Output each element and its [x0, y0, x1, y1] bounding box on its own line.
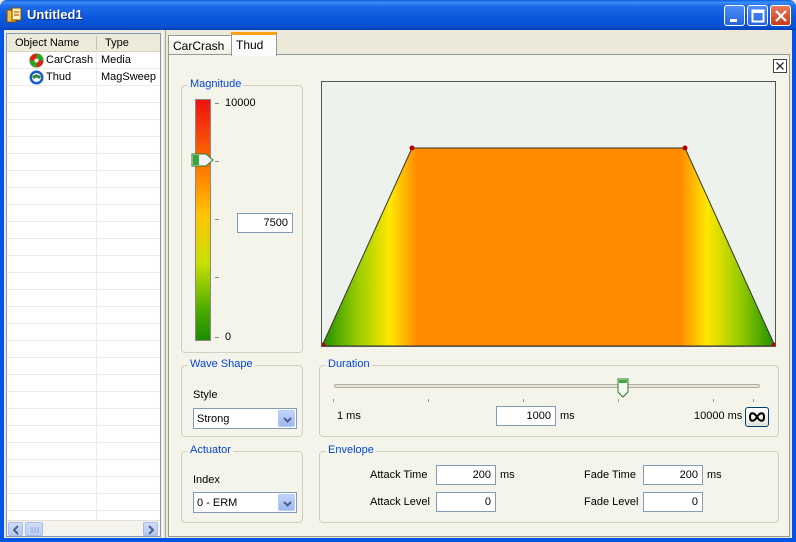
column-header-object-name[interactable]: Object Name [15, 37, 79, 49]
duration-min-label: 1 ms [337, 410, 361, 422]
effect-envelope-plot[interactable] [321, 81, 776, 347]
close-effect-button[interactable] [773, 59, 787, 73]
tab-carcrash[interactable]: CarCrash [168, 35, 232, 55]
magnitude-meter[interactable] [195, 99, 211, 341]
tab-thud[interactable]: Thud [231, 32, 277, 56]
list-rows: CarCrash Media Thud MagSweep [7, 52, 160, 520]
style-dropdown-button[interactable] [278, 410, 295, 427]
maximize-button[interactable] [747, 5, 768, 26]
client-area: Object Name Type CarCrash Media Thud Mag… [4, 30, 792, 538]
envelope-group: Envelope [319, 444, 779, 523]
magnitude-slider-thumb[interactable] [191, 153, 215, 167]
object-type: Media [101, 54, 131, 66]
chevron-right-icon [148, 525, 155, 535]
close-icon [775, 10, 787, 22]
fade-level-label: Fade Level [584, 496, 639, 508]
index-label: Index [193, 474, 220, 486]
list-item-thud[interactable]: Thud MagSweep [7, 69, 160, 86]
object-type: MagSweep [101, 71, 157, 83]
infinite-duration-button[interactable] [745, 407, 769, 427]
index-dropdown[interactable]: 0 - ERM [193, 492, 297, 513]
attack-level-input[interactable]: 0 [436, 492, 496, 512]
magnitude-min-label: 0 [225, 331, 232, 343]
maximize-icon [751, 9, 765, 23]
chevron-down-icon [283, 501, 292, 507]
duration-group: Duration [319, 358, 779, 437]
duration-title: Duration [326, 358, 372, 370]
chevron-down-icon [283, 417, 292, 423]
fade-time-unit: ms [707, 469, 722, 481]
actuator-title: Actuator [188, 444, 233, 456]
magnitude-title: Magnitude [188, 78, 244, 90]
close-window-button[interactable] [770, 5, 791, 26]
minimize-icon [730, 19, 737, 22]
magsweep-icon [29, 70, 44, 85]
attack-time-unit: ms [500, 469, 515, 481]
column-header-type[interactable]: Type [105, 37, 129, 49]
duration-input[interactable]: 1000 [496, 406, 556, 426]
app-window: Untitled1 Object Name Type CarCrash Medi… [0, 0, 796, 542]
minimize-button[interactable] [724, 5, 745, 26]
window-title: Untitled1 [27, 7, 83, 22]
horizontal-scrollbar[interactable] [7, 520, 160, 536]
magnitude-max-label: 10000 [225, 97, 256, 109]
scroll-right-button[interactable] [143, 522, 158, 536]
duration-unit: ms [560, 410, 575, 422]
magnitude-input[interactable]: 7500 [237, 213, 293, 233]
fade-time-input[interactable]: 200 [643, 465, 703, 485]
envelope-graph [322, 145, 775, 346]
style-label: Style [193, 389, 218, 401]
list-header: Object Name Type [7, 34, 160, 52]
object-name: CarCrash [46, 54, 94, 66]
fade-level-input[interactable]: 0 [643, 492, 703, 512]
envelope-point-attack [409, 145, 415, 151]
object-name: Thud [46, 71, 72, 83]
duration-max-label: 10000 ms [694, 410, 743, 422]
style-value: Strong [197, 413, 230, 425]
scroll-thumb[interactable] [25, 522, 43, 536]
chevron-left-icon [12, 525, 19, 535]
attack-time-input[interactable]: 200 [436, 465, 496, 485]
envelope-point-fade [682, 145, 688, 151]
close-icon [776, 62, 784, 70]
duration-slider-thumb[interactable] [617, 378, 629, 398]
app-icon [6, 7, 22, 23]
scroll-left-button[interactable] [8, 522, 23, 536]
infinity-icon [748, 412, 766, 422]
title-bar[interactable]: Untitled1 [0, 0, 796, 30]
envelope-title: Envelope [326, 444, 376, 456]
pane-splitter[interactable] [162, 30, 166, 538]
effect-editor-pane: Magnitude 10000 0 7500 Wave Shape Style … [168, 54, 790, 537]
list-item-carcrash[interactable]: CarCrash Media [7, 52, 160, 69]
media-icon [29, 53, 44, 68]
attack-level-label: Attack Level [370, 496, 430, 508]
duration-slider-track[interactable] [334, 384, 760, 388]
wave-shape-title: Wave Shape [188, 358, 255, 370]
index-dropdown-button[interactable] [278, 494, 295, 511]
fade-time-label: Fade Time [584, 469, 636, 481]
object-list[interactable]: Object Name Type CarCrash Media Thud Mag… [6, 33, 161, 537]
index-value: 0 - ERM [197, 497, 238, 509]
attack-time-label: Attack Time [370, 469, 428, 481]
style-dropdown[interactable]: Strong [193, 408, 297, 429]
